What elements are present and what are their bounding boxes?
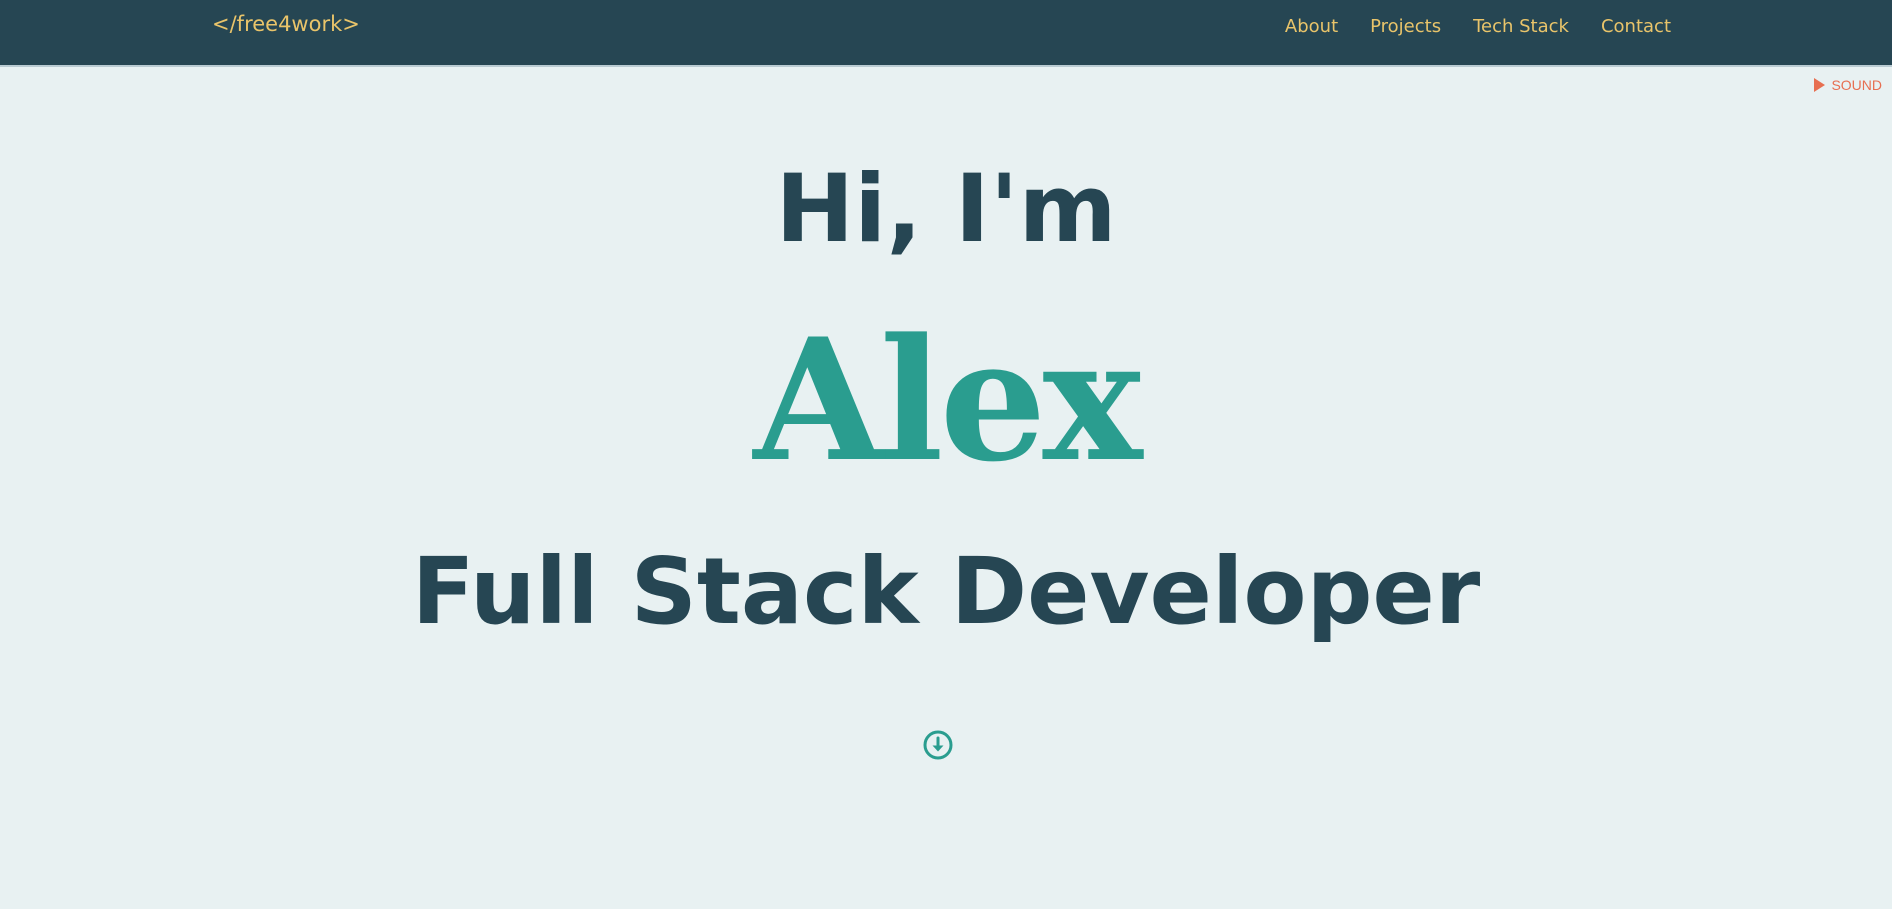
nav-link-tech-stack[interactable]: Tech Stack (1473, 16, 1569, 38)
nav-links: About Projects Tech Stack Contact (1285, 16, 1671, 38)
hero-name: Alex (753, 301, 1142, 499)
hero-greeting: Hi, I'm (775, 155, 1117, 264)
nav-link-projects[interactable]: Projects (1370, 16, 1441, 38)
hero-section: Hi, I'm Alex Full Stack Developer (0, 67, 1892, 909)
hero-role: Full Stack Developer (411, 538, 1481, 645)
nav-link-contact[interactable]: Contact (1601, 16, 1671, 38)
navbar: </free4work> About Projects Tech Stack C… (0, 0, 1892, 67)
brand-logo[interactable]: </free4work> (212, 12, 360, 36)
arrow-down-circle-icon (923, 730, 953, 760)
nav-link-about[interactable]: About (1285, 16, 1338, 38)
scroll-down-button[interactable] (923, 730, 953, 760)
